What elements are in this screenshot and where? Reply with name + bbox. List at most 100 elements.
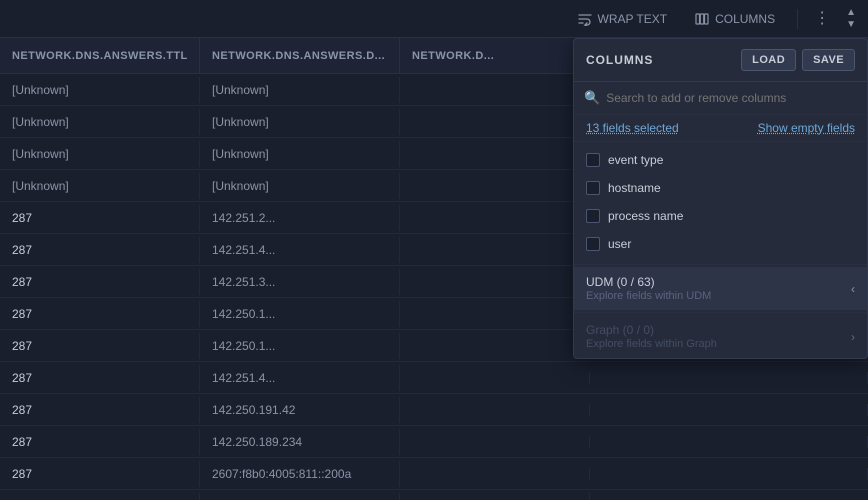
- search-input[interactable]: [606, 91, 857, 105]
- save-button[interactable]: SAVE: [802, 49, 855, 71]
- cell: [400, 372, 590, 384]
- udm-section[interactable]: UDM (0 / 63) Explore fields within UDM ‹: [574, 267, 867, 310]
- cell: [400, 84, 590, 96]
- more-options-icon[interactable]: ⋮: [814, 11, 830, 27]
- fields-selected-row: 13 fields selected Show empty fields: [574, 115, 867, 142]
- field-name-event-type: event type: [608, 153, 855, 167]
- wrap-text-button[interactable]: WRAP TEXT: [572, 8, 674, 30]
- cell: 287: [0, 205, 200, 231]
- cell: 287: [0, 269, 200, 295]
- table-row: 287 142.250.189.234: [0, 426, 868, 458]
- field-name-process-name: process name: [608, 209, 855, 223]
- graph-section-text: Graph (0 / 0) Explore fields within Grap…: [586, 323, 851, 350]
- cell: 287: [0, 301, 200, 327]
- field-checkbox-hostname[interactable]: [586, 181, 600, 195]
- cell: [590, 372, 868, 384]
- cell: [Unknown]: [0, 173, 200, 199]
- field-item-user[interactable]: user: [574, 230, 867, 258]
- toolbar: WRAP TEXT COLUMNS ⋮ ▲ ▼: [0, 0, 868, 38]
- search-icon: 🔍: [584, 90, 600, 106]
- cell: [400, 180, 590, 192]
- down-arrow-icon[interactable]: ▼: [846, 19, 856, 30]
- field-checkbox-event-type[interactable]: [586, 153, 600, 167]
- udm-section-subtitle: Explore fields within UDM: [586, 290, 851, 302]
- cell: 287: [0, 493, 200, 500]
- panel-actions: LOAD SAVE: [741, 49, 855, 71]
- field-checkbox-user[interactable]: [586, 237, 600, 251]
- udm-section-text: UDM (0 / 63) Explore fields within UDM: [586, 275, 851, 302]
- col-header-ttl: NETWORK.DNS.ANSWERS.TTL: [0, 38, 200, 73]
- cell: 142.250.189.234: [200, 429, 400, 455]
- panel-search: 🔍: [574, 82, 867, 115]
- table-row: 287 142.251.4...: [0, 362, 868, 394]
- cell: 287: [0, 333, 200, 359]
- cell: [Unknown]: [0, 109, 200, 135]
- cell: 2607:f8b0:4005:811::200a: [200, 461, 400, 487]
- cell: 287: [0, 237, 200, 263]
- unchecked-field-list: event type hostname process name user: [574, 142, 867, 262]
- graph-section-subtitle: Explore fields within Graph: [586, 338, 851, 350]
- navigation-arrows[interactable]: ▲ ▼: [846, 7, 856, 30]
- cell: [400, 404, 590, 416]
- field-item-event-type[interactable]: event type: [574, 146, 867, 174]
- wrap-text-icon: [578, 12, 592, 26]
- cell: [400, 276, 590, 288]
- udm-section-title: UDM (0 / 63): [586, 275, 851, 289]
- show-empty-fields[interactable]: Show empty fields: [758, 121, 855, 135]
- cell: [400, 340, 590, 352]
- col-header-answers-d: NETWORK.DNS.ANSWERS.D...: [200, 38, 400, 73]
- cell: 142.250.191.42: [200, 397, 400, 423]
- field-item-hostname[interactable]: hostname: [574, 174, 867, 202]
- cell: [590, 468, 868, 480]
- panel-divider: [574, 264, 867, 265]
- udm-section-arrow-icon: ‹: [851, 282, 855, 296]
- cell: 142.250.1...: [200, 333, 400, 359]
- columns-icon: [695, 12, 709, 26]
- graph-section[interactable]: Graph (0 / 0) Explore fields within Grap…: [574, 315, 867, 358]
- field-name-user: user: [608, 237, 855, 251]
- table-row: 287 2607:f8b0:4005:811::200a: [0, 458, 868, 490]
- columns-label: COLUMNS: [715, 12, 775, 26]
- cell: [400, 468, 590, 480]
- cell: [590, 404, 868, 416]
- cell: [Unknown]: [200, 109, 400, 135]
- panel-divider-2: [574, 312, 867, 313]
- cell: [Unknown]: [200, 77, 400, 103]
- cell: 2607:f8b0:4005:806::200a: [200, 493, 400, 500]
- cell: [400, 308, 590, 320]
- panel-header: COLUMNS LOAD SAVE: [574, 39, 867, 82]
- up-arrow-icon[interactable]: ▲: [846, 7, 856, 18]
- cell: [Unknown]: [0, 141, 200, 167]
- cell: 3690: [400, 493, 590, 500]
- field-checkbox-process-name[interactable]: [586, 209, 600, 223]
- cell: 142.251.2...: [200, 205, 400, 231]
- toolbar-divider: [797, 9, 798, 29]
- table-row: 287 142.250.191.42: [0, 394, 868, 426]
- fields-selected-count[interactable]: 13 fields selected: [586, 121, 679, 135]
- cell: 142.250.1...: [200, 301, 400, 327]
- cell: 142.251.4...: [200, 365, 400, 391]
- panel-title: COLUMNS: [586, 53, 653, 67]
- field-item-process-name[interactable]: process name: [574, 202, 867, 230]
- cell: [590, 436, 868, 448]
- cell: [400, 436, 590, 448]
- columns-button[interactable]: COLUMNS: [689, 8, 781, 30]
- cell: [Unknown]: [200, 173, 400, 199]
- cell: 142.251.3...: [200, 269, 400, 295]
- cell: [Unknown]: [0, 77, 200, 103]
- cell: [400, 148, 590, 160]
- cell: [400, 116, 590, 128]
- graph-section-title: Graph (0 / 0): [586, 323, 851, 337]
- cell: 287: [0, 429, 200, 455]
- cell: [Unknown]: [200, 141, 400, 167]
- load-button[interactable]: LOAD: [741, 49, 796, 71]
- table-row: 287 2607:f8b0:4005:806::200a 3690: [0, 490, 868, 500]
- main-content: NETWORK.DNS.ANSWERS.TTL NETWORK.DNS.ANSW…: [0, 38, 868, 500]
- cell: 142.251.4...: [200, 237, 400, 263]
- cell: [400, 244, 590, 256]
- cell: 287: [0, 365, 200, 391]
- columns-panel: COLUMNS LOAD SAVE 🔍 13 fields selected S…: [573, 38, 868, 359]
- cell: 287: [0, 461, 200, 487]
- graph-section-arrow-icon: ›: [851, 330, 855, 344]
- field-name-hostname: hostname: [608, 181, 855, 195]
